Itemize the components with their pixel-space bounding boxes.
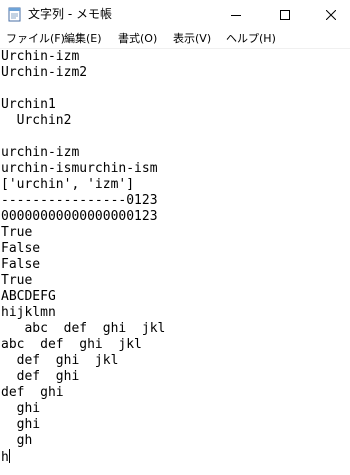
minimize-button[interactable]: [213, 0, 259, 29]
editor-line: urchin-izm: [1, 145, 80, 160]
editor-line: Urchin-izm2: [1, 65, 88, 80]
editor-line-last: h: [1, 449, 10, 465]
editor-line: def ghi: [1, 369, 80, 384]
editor-line: def ghi jkl: [1, 353, 119, 368]
menu-file[interactable]: ファイル(F): [6, 31, 65, 46]
minimize-icon: [231, 14, 241, 16]
editor-line-text: h: [1, 450, 9, 465]
editor-line: ghi: [1, 401, 41, 416]
maximize-button[interactable]: [262, 0, 308, 29]
menu-format[interactable]: 書式(O): [118, 31, 157, 46]
editor-line: True: [1, 225, 33, 240]
editor-line: Urchin-izm: [1, 49, 80, 64]
close-icon: [326, 9, 336, 20]
window-title: 文字列 - メモ帳: [28, 7, 112, 21]
menu-help[interactable]: ヘルプ(H): [226, 31, 276, 46]
editor-line: False: [1, 241, 41, 256]
editor-line: False: [1, 257, 41, 272]
editor-line: ['urchin', 'izm']: [1, 177, 135, 192]
menu-edit[interactable]: 編集(E): [64, 31, 102, 46]
editor-line: ----------------0123: [1, 193, 158, 208]
editor-line: abc def ghi jkl: [1, 337, 142, 352]
editor-line: abc def ghi jkl: [1, 321, 166, 336]
menu-view[interactable]: 表示(V): [173, 31, 211, 46]
maximize-icon: [280, 9, 290, 20]
editor-line: ghi: [1, 417, 41, 432]
menu-bar: ファイル(F) 編集(E) 書式(O) 表示(V) ヘルプ(H): [0, 29, 350, 49]
editor-line: hijklmn: [1, 305, 56, 320]
editor-line: ABCDEFG: [1, 289, 56, 304]
text-caret: [8, 449, 10, 463]
text-editor[interactable]: Urchin-izm Urchin-izm2 Urchin1 Urchin2 u…: [0, 49, 350, 475]
editor-line: True: [1, 273, 33, 288]
editor-line: def ghi: [1, 385, 64, 400]
close-button[interactable]: [308, 0, 350, 29]
editor-line: gh: [1, 433, 33, 448]
title-bar[interactable]: 文字列 - メモ帳: [0, 0, 350, 29]
editor-line: 00000000000000000123: [1, 209, 158, 224]
editor-line: Urchin1: [1, 97, 56, 112]
editor-line: Urchin2: [1, 113, 72, 128]
notepad-icon: [8, 6, 22, 22]
editor-line: urchin-ismurchin-ism: [1, 161, 158, 176]
notepad-window: 文字列 - メモ帳 ファイル(F) 編集(E) 書式(O) 表示(V) ヘルプ(…: [0, 0, 350, 475]
